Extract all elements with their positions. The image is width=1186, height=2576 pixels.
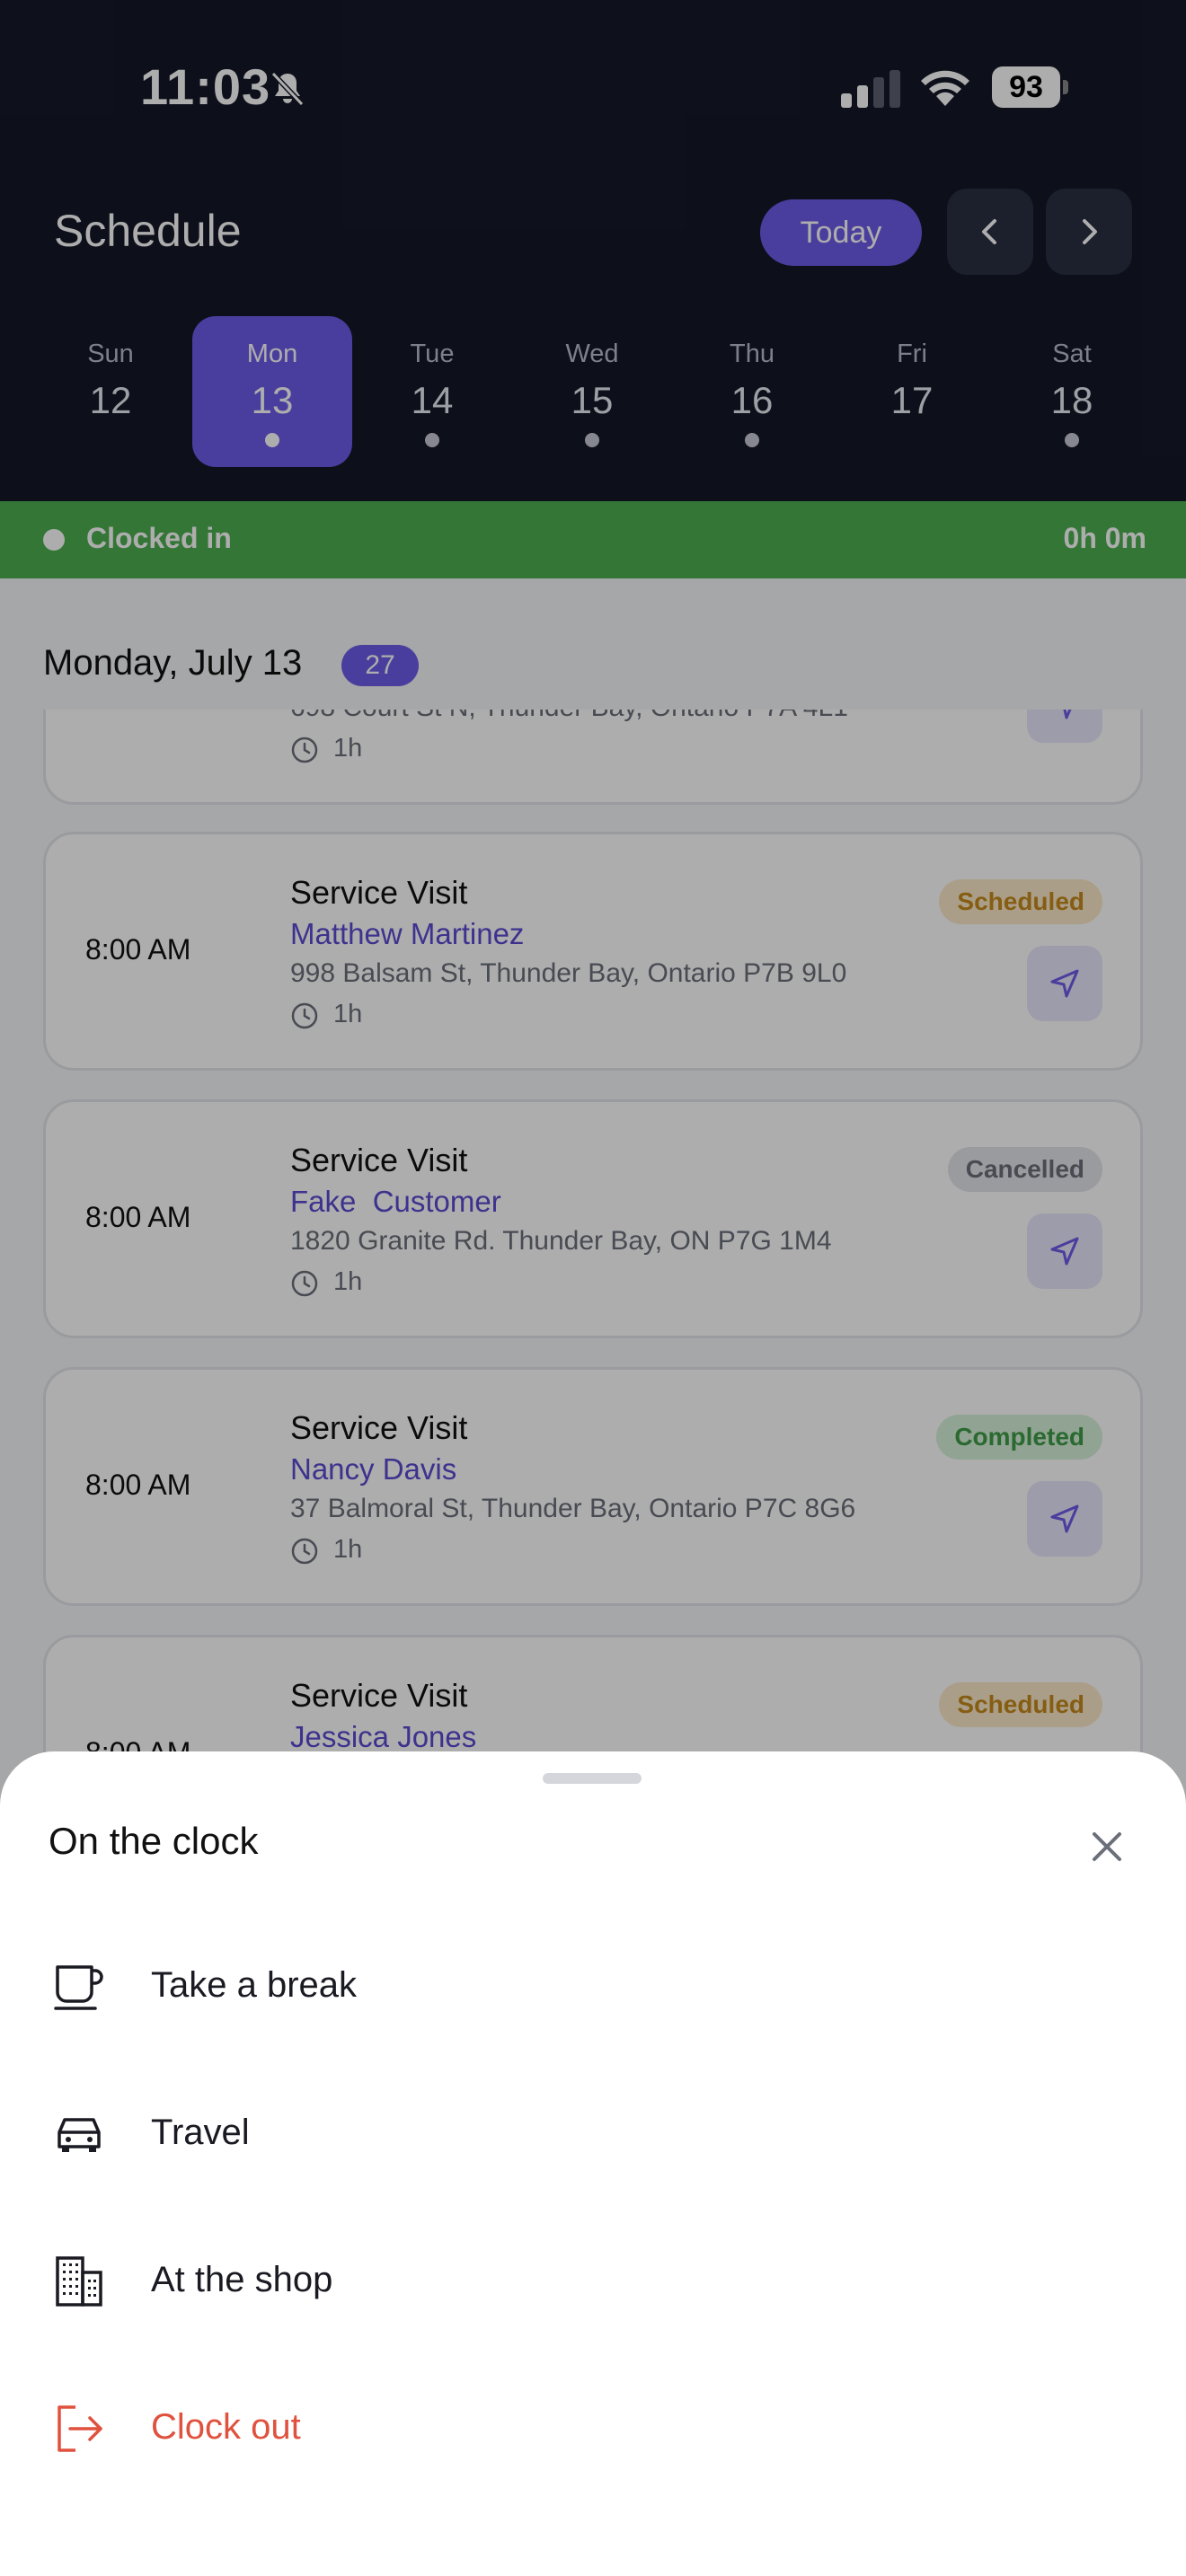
close-icon [1093, 1832, 1121, 1861]
building-icon [56, 2256, 102, 2307]
option-label: Clock out [151, 2407, 301, 2447]
travel-option[interactable]: Travel [0, 2078, 1186, 2186]
car-icon [58, 2118, 101, 2152]
sheet-title: On the clock [49, 1820, 259, 1862]
option-label: Take a break [151, 1965, 358, 2005]
at-the-shop-option[interactable]: At the shop [0, 2226, 1186, 2333]
option-label: Travel [151, 2113, 250, 2152]
on-the-clock-sheet: On the clock Take a break Travel At the … [0, 1751, 1186, 2576]
take-a-break-option[interactable]: Take a break [0, 1931, 1186, 2039]
clock-out-option[interactable]: Clock out [0, 2373, 1186, 2481]
coffee-cup-icon [54, 1965, 103, 2010]
logout-icon [58, 2405, 102, 2452]
sheet-drag-handle[interactable] [543, 1773, 642, 1784]
close-button[interactable] [1082, 1822, 1132, 1872]
option-label: At the shop [151, 2260, 333, 2299]
